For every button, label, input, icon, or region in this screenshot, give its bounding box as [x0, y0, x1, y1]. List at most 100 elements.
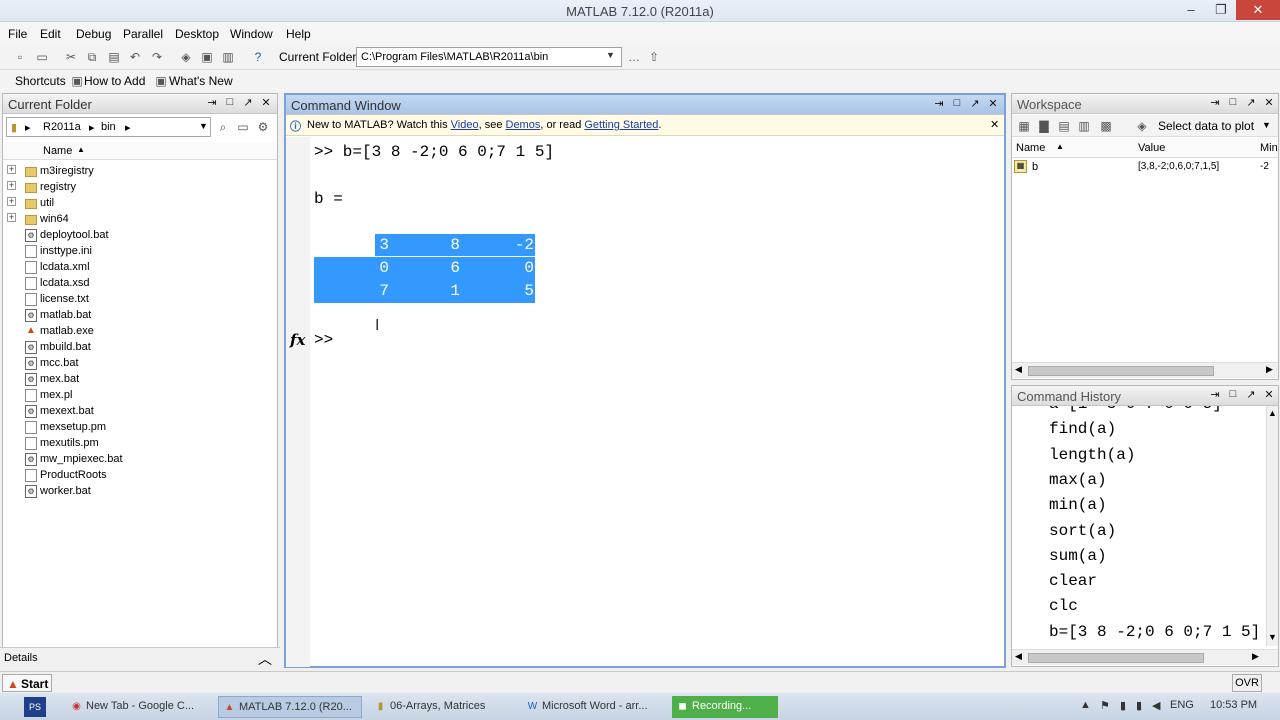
file-list-item[interactable]: + win64	[3, 212, 273, 228]
copy-icon[interactable]: ⧉	[84, 49, 100, 65]
file-list-item[interactable]: + registry	[3, 180, 273, 196]
dock-icon[interactable]: ↗	[1244, 388, 1258, 401]
tray-up-icon[interactable]: ▲	[1080, 699, 1091, 711]
undock-icon[interactable]: ⇥	[1208, 388, 1222, 401]
history-entry[interactable]: clear	[1049, 572, 1097, 590]
maximize-icon[interactable]: □	[1226, 388, 1240, 400]
new-file-icon[interactable]: ▫	[12, 49, 28, 65]
file-list-item[interactable]: mex.pl	[3, 388, 273, 404]
language-indicator[interactable]: ENG	[1170, 699, 1194, 711]
restore-button[interactable]: ❐	[1206, 0, 1236, 20]
file-list-item[interactable]: ⚙ mw_mpiexec.bat	[3, 452, 273, 468]
column-header-name[interactable]: Name ▲	[3, 142, 277, 160]
file-list-item[interactable]: ⚙ mex.bat	[3, 372, 273, 388]
command-prompt[interactable]: >>	[314, 331, 333, 349]
expand-icon[interactable]: +	[7, 197, 16, 206]
menu-desktop[interactable]: Desktop	[175, 27, 219, 41]
task-word[interactable]: W Microsoft Word - arr...	[522, 696, 666, 718]
search-icon[interactable]: ⌕	[215, 119, 231, 135]
expand-icon[interactable]: +	[7, 213, 16, 222]
menu-parallel[interactable]: Parallel	[123, 27, 163, 41]
file-list-item[interactable]: ⚙ matlab.bat	[3, 308, 273, 324]
close-button[interactable]: ✕	[1236, 0, 1280, 20]
file-list-item[interactable]: ⚙ deploytool.bat	[3, 228, 273, 244]
file-list-item[interactable]: lcdata.xsd	[3, 276, 273, 292]
guide-icon[interactable]: ▣	[199, 49, 215, 65]
close-icon[interactable]: ✕	[986, 97, 1000, 110]
column-header[interactable]: Name	[1016, 142, 1045, 154]
path-segment[interactable]: bin	[101, 121, 116, 133]
file-list-item[interactable]: ⚙ mcc.bat	[3, 356, 273, 372]
file-list-item[interactable]: mexutils.pm	[3, 436, 273, 452]
file-list-item[interactable]: mexsetup.pm	[3, 420, 273, 436]
file-list-item[interactable]: ⚙ mbuild.bat	[3, 340, 273, 356]
file-list-item[interactable]: ProductRoots	[3, 468, 273, 484]
flag-icon[interactable]: ⚑	[1100, 699, 1110, 712]
history-entry[interactable]: max(a)	[1049, 471, 1107, 489]
import-data-icon[interactable]: ▤	[1056, 118, 1072, 134]
redo-icon[interactable]: ↷	[149, 49, 165, 65]
volume-icon[interactable]: ◀	[1152, 699, 1160, 712]
history-entry[interactable]: min(a)	[1049, 496, 1107, 514]
undock-icon[interactable]: ⇥	[205, 96, 219, 109]
simulink-icon[interactable]: ◈	[178, 49, 194, 65]
profiler-icon[interactable]: ▥	[220, 49, 236, 65]
file-list-item[interactable]: + util	[3, 196, 273, 212]
history-entry[interactable]: length(a)	[1049, 446, 1135, 464]
chevron-down-icon[interactable]: ▼	[606, 50, 615, 60]
horizontal-scrollbar[interactable]: ◀ ▶	[1012, 649, 1278, 665]
demos-link[interactable]: Demos	[506, 119, 541, 131]
select-data-to-plot[interactable]: Select data to plot	[1158, 119, 1254, 133]
whats-new-link[interactable]: What's New	[169, 74, 233, 88]
dock-icon[interactable]: ↗	[968, 97, 982, 110]
column-header[interactable]: Min	[1260, 142, 1278, 154]
getting-started-link[interactable]: Getting Started	[584, 119, 658, 131]
function-browser-icon[interactable]: fx	[290, 331, 305, 349]
help-icon[interactable]: ?	[250, 49, 266, 65]
workspace-row[interactable]: ▦ b [3,8,-2;0,6,0;7,1,5] -2	[1012, 160, 1278, 176]
how-to-add-link[interactable]: How to Add	[84, 74, 145, 88]
powershell-icon[interactable]: PS	[24, 697, 46, 717]
chevron-up-icon[interactable]: ︿	[258, 649, 272, 669]
open-folder-icon[interactable]: ▭	[34, 49, 50, 65]
folder-address-bar[interactable]: ▮ ▸ R2011a ▸ bin ▸ ▼	[6, 117, 211, 137]
shortcuts-link[interactable]: Shortcuts	[15, 74, 66, 88]
browse-folder-icon[interactable]: …	[626, 49, 642, 65]
close-icon[interactable]: ✕	[990, 118, 999, 131]
file-list-item[interactable]: ⚙ worker.bat	[3, 484, 273, 500]
expand-icon[interactable]: +	[7, 181, 16, 190]
close-icon[interactable]: ✕	[259, 96, 273, 109]
delete-icon[interactable]: ▩	[1098, 118, 1114, 134]
menu-edit[interactable]: Edit	[40, 27, 61, 41]
plot-icon[interactable]: ◈	[1134, 118, 1150, 134]
path-segment[interactable]: R2011a	[43, 121, 81, 133]
network-icon[interactable]: ▮	[1136, 699, 1142, 712]
history-entry[interactable]: find(a)	[1049, 420, 1116, 438]
file-list-item[interactable]: + m3iregistry	[3, 164, 273, 180]
undock-icon[interactable]: ⇥	[1208, 96, 1222, 109]
browse-icon[interactable]: ▭	[235, 119, 251, 135]
column-header[interactable]: Value	[1138, 142, 1165, 154]
battery-icon[interactable]: ▮	[1120, 699, 1126, 712]
menu-file[interactable]: File	[8, 27, 27, 41]
close-icon[interactable]: ✕	[1262, 388, 1276, 401]
menu-debug[interactable]: Debug	[76, 27, 111, 41]
maximize-icon[interactable]: □	[223, 96, 237, 108]
file-list-item[interactable]: ⚙ mexext.bat	[3, 404, 273, 420]
minimize-button[interactable]: –	[1176, 0, 1206, 20]
new-variable-icon[interactable]: ▦	[1016, 118, 1032, 134]
dock-icon[interactable]: ↗	[241, 96, 255, 109]
save-icon[interactable]: ▥	[1076, 118, 1092, 134]
maximize-icon[interactable]: □	[1226, 96, 1240, 108]
task-recording[interactable]: ◼ Recording...	[672, 696, 778, 718]
undock-icon[interactable]: ⇥	[932, 97, 946, 110]
history-entry[interactable]: a=[1 -3 0 7 0 0 5]	[1049, 406, 1222, 413]
maximize-icon[interactable]: □	[950, 97, 964, 109]
chevron-down-icon[interactable]: ▼	[199, 121, 208, 131]
task-chrome[interactable]: ◉ New Tab - Google C...	[66, 696, 210, 718]
open-variable-icon[interactable]: ▇	[1036, 118, 1052, 134]
vertical-scrollbar[interactable]: ▲ ▼	[1266, 406, 1278, 646]
dock-icon[interactable]: ↗	[1244, 96, 1258, 109]
expand-icon[interactable]: +	[7, 165, 16, 174]
menu-help[interactable]: Help	[286, 27, 311, 41]
